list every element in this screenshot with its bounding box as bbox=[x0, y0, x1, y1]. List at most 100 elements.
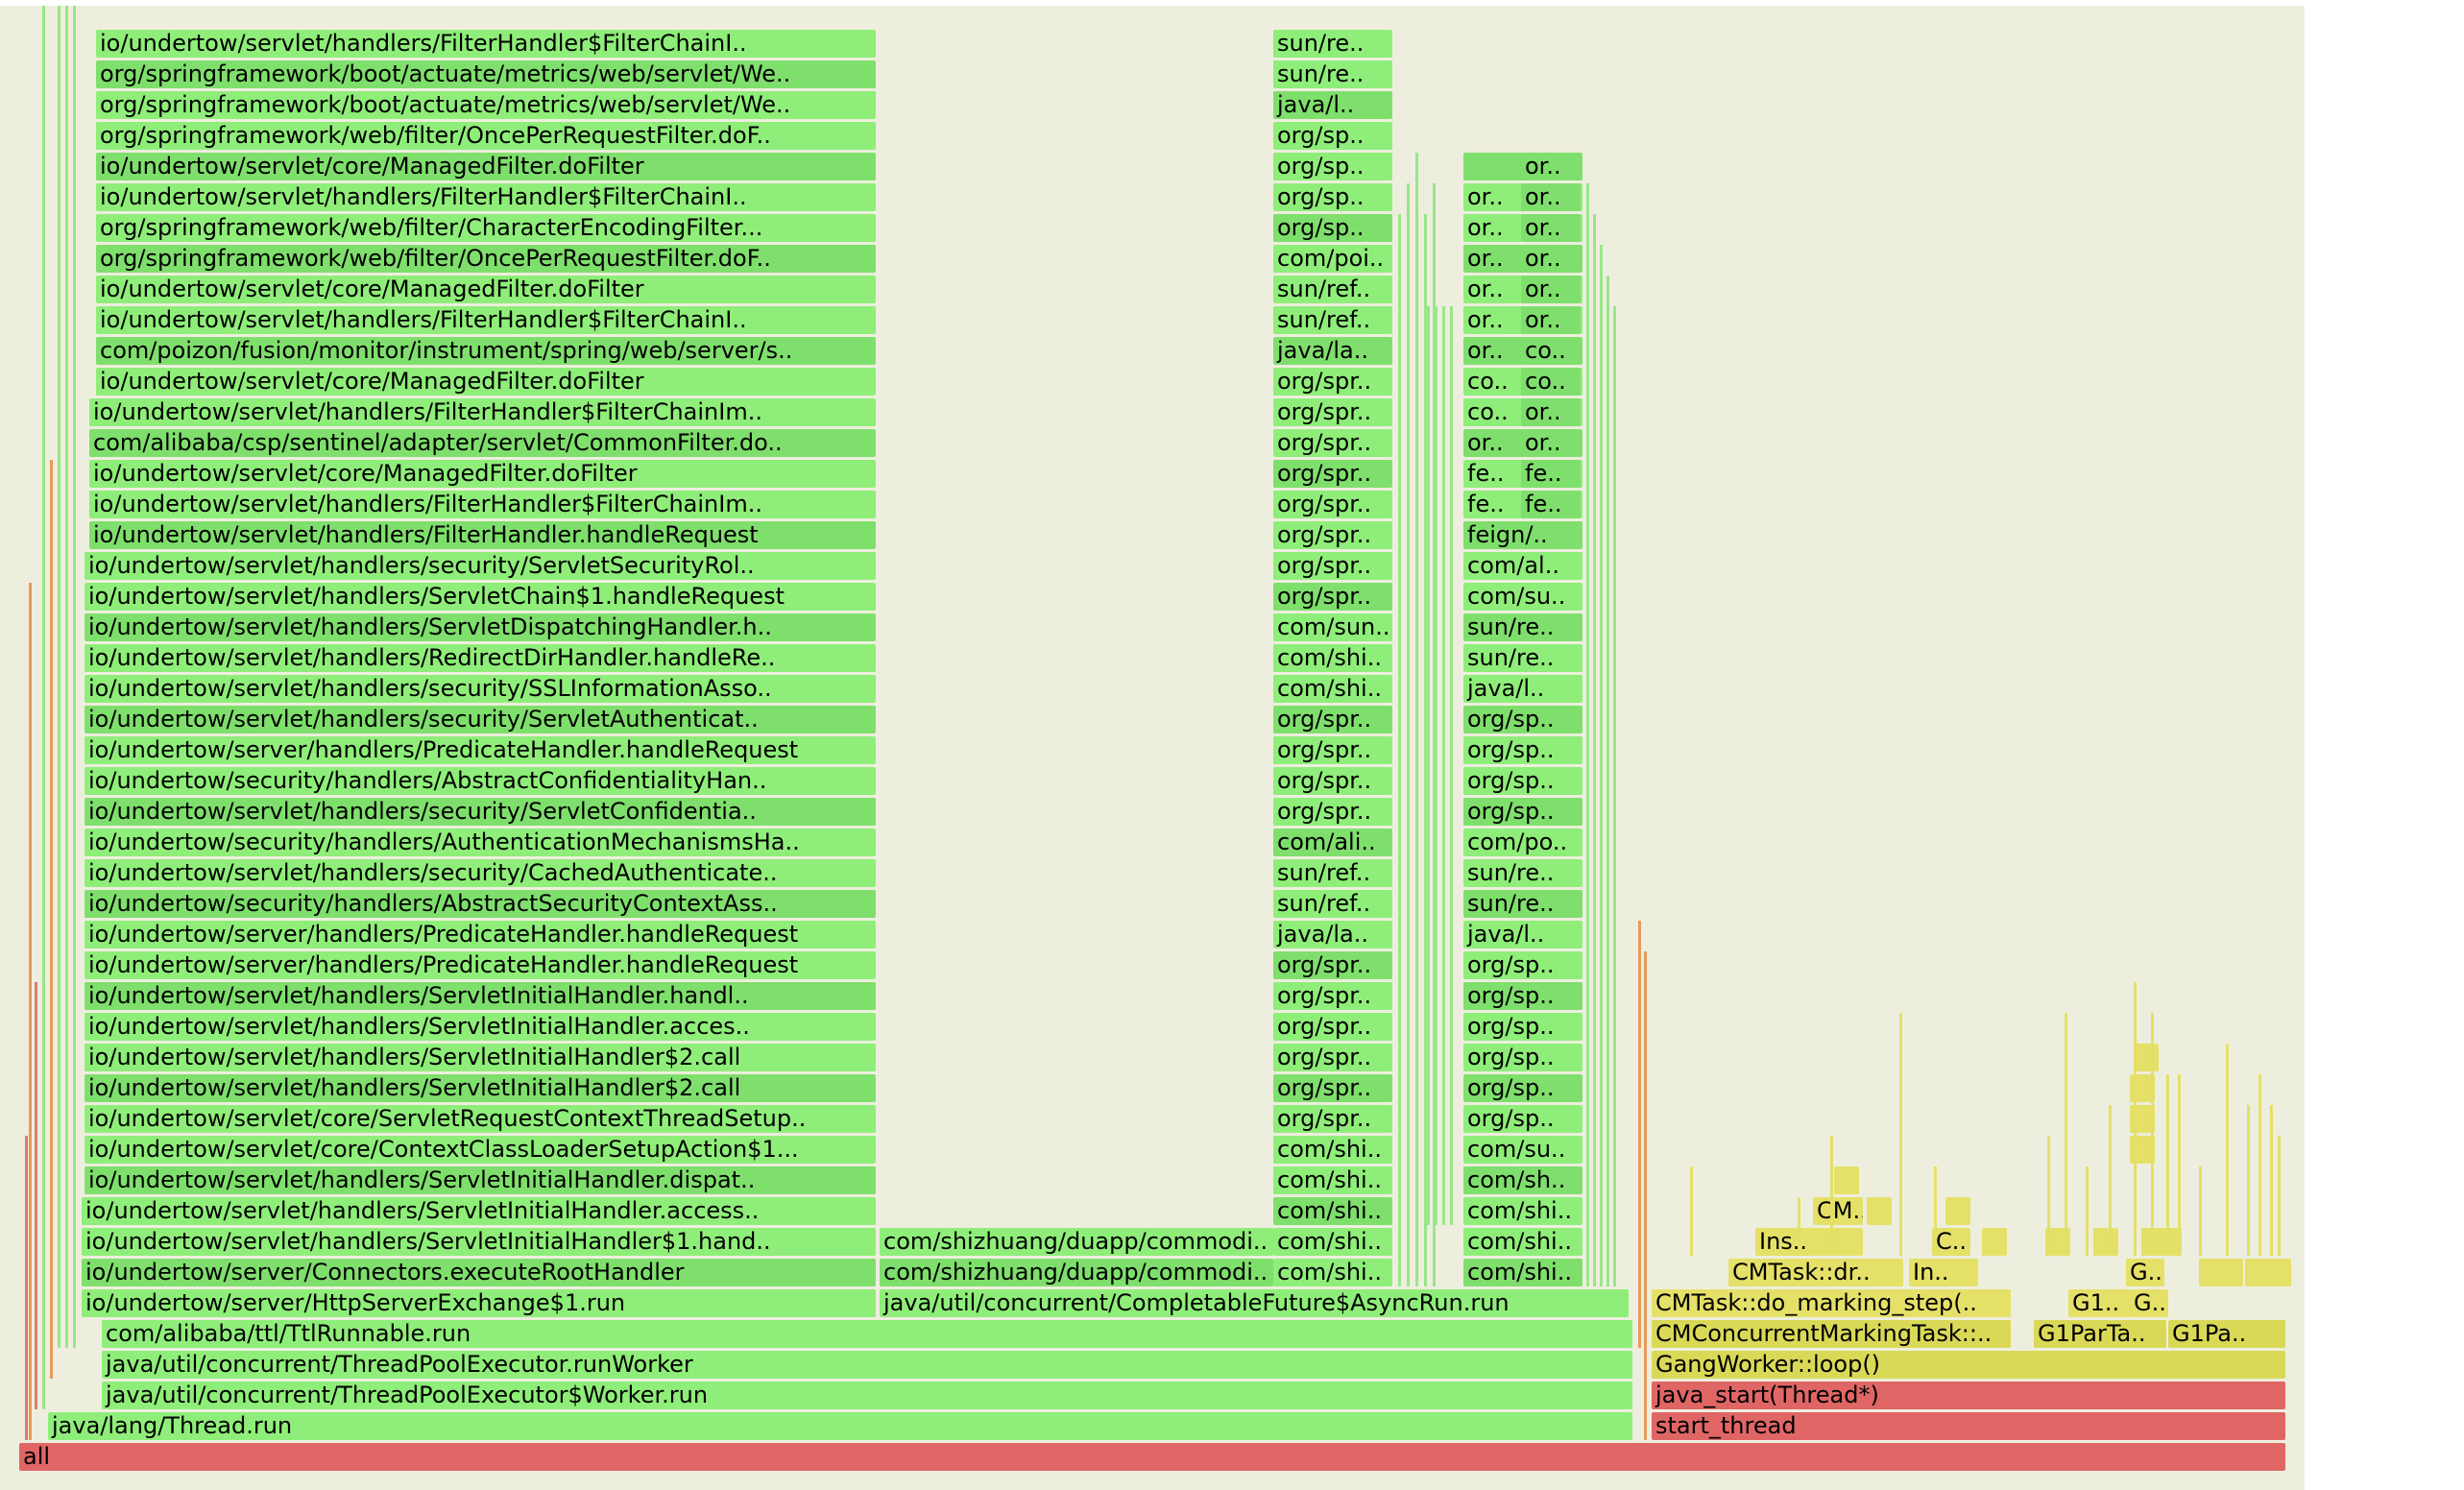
frame-sliver[interactable] bbox=[2199, 1166, 2202, 1256]
frame-sliver[interactable] bbox=[2086, 1166, 2089, 1256]
frame-sliver[interactable] bbox=[58, 6, 60, 1348]
frame-col-d-7[interactable]: org/sp.. bbox=[1463, 1044, 1582, 1071]
frame-col-c-7[interactable]: org/spr.. bbox=[1273, 1044, 1392, 1071]
frame-col-e-9[interactable]: or.. bbox=[1521, 214, 1581, 242]
frame-col-c-11[interactable]: java/la.. bbox=[1273, 921, 1392, 949]
frame-main-31[interactable]: com/poizon/fusion/monitor/instrument/spr… bbox=[96, 337, 876, 365]
frame-main-21[interactable]: io/undertow/servlet/handlers/RedirectDir… bbox=[85, 644, 876, 672]
frame-main-24[interactable]: io/undertow/servlet/handlers/security/Se… bbox=[85, 552, 876, 580]
frame-col-c-21[interactable]: com/sun.. bbox=[1273, 613, 1392, 641]
frame-col-d-4[interactable]: com/su.. bbox=[1463, 1136, 1582, 1164]
frame-main-13[interactable]: io/undertow/security/handlers/AbstractSe… bbox=[85, 890, 876, 918]
frame-col-d-6[interactable]: org/sp.. bbox=[1463, 1074, 1582, 1102]
frame-col-d-23[interactable]: com/al.. bbox=[1463, 552, 1582, 580]
frame-async-0[interactable]: java/util/concurrent/CompletableFuture$A… bbox=[880, 1289, 1629, 1317]
frame-jvm-row3-2[interactable]: G1Pa.. bbox=[2168, 1320, 2285, 1348]
frame-col-c-13[interactable]: sun/ref.. bbox=[1273, 859, 1392, 887]
frame-jvm-small[interactable] bbox=[1834, 1166, 1859, 1194]
frame-col-c-34[interactable]: org/sp.. bbox=[1273, 214, 1392, 242]
frame-main-12[interactable]: io/undertow/server/handlers/PredicateHan… bbox=[85, 921, 876, 949]
frame-col-d-9[interactable]: org/sp.. bbox=[1463, 982, 1582, 1010]
frame-col-e-1[interactable]: fe.. bbox=[1521, 460, 1581, 488]
frame-main-3[interactable]: io/undertow/servlet/handlers/ServletInit… bbox=[82, 1197, 876, 1225]
frame-sliver[interactable] bbox=[1415, 153, 1418, 1286]
frame-jvm-row3-0[interactable]: CMConcurrentMarkingTask::.. bbox=[1652, 1320, 2011, 1348]
frame-main-20[interactable]: io/undertow/servlet/handlers/security/SS… bbox=[85, 675, 876, 703]
frame-col-d-21[interactable]: sun/re.. bbox=[1463, 613, 1582, 641]
frame-col-c-16[interactable]: org/spr.. bbox=[1273, 767, 1392, 795]
frame-jvm-row5-2[interactable]: G.. bbox=[2126, 1259, 2164, 1286]
frame-main-2[interactable]: io/undertow/servlet/handlers/ServletInit… bbox=[82, 1228, 876, 1256]
frame-jvm-small[interactable] bbox=[2266, 1259, 2291, 1286]
frame-jvm-row3-1[interactable]: G1ParTa.. bbox=[2034, 1320, 2166, 1348]
frame-sliver[interactable] bbox=[2259, 1074, 2261, 1256]
frame-sliver[interactable] bbox=[2065, 1013, 2067, 1256]
frame-main-14[interactable]: io/undertow/servlet/handlers/security/Ca… bbox=[85, 859, 876, 887]
frame-main-19[interactable]: io/undertow/servlet/handlers/security/Se… bbox=[85, 706, 876, 733]
frame-main-10[interactable]: io/undertow/servlet/handlers/ServletInit… bbox=[85, 982, 876, 1010]
frame-col-c-38[interactable]: java/l.. bbox=[1273, 91, 1392, 119]
frame-main-22[interactable]: io/undertow/servlet/handlers/ServletDisp… bbox=[85, 613, 876, 641]
frame-sliver[interactable] bbox=[2270, 1105, 2273, 1256]
frame-col-c-22[interactable]: org/spr.. bbox=[1273, 583, 1392, 611]
frame-main-34[interactable]: org/springframework/web/filter/OncePerRe… bbox=[96, 245, 876, 273]
frame-col-c-5[interactable]: org/spr.. bbox=[1273, 1105, 1392, 1133]
frame-main-8[interactable]: io/undertow/servlet/handlers/ServletInit… bbox=[85, 1044, 876, 1071]
frame-jvm-2[interactable]: GangWorker::loop() bbox=[1652, 1351, 2285, 1379]
frame-all[interactable]: all bbox=[19, 1443, 2285, 1471]
frame-sliver[interactable] bbox=[42, 6, 45, 1409]
frame-sliver[interactable] bbox=[2134, 982, 2137, 1256]
frame-col-e-3[interactable]: or.. bbox=[1521, 398, 1581, 426]
frame-main-41[interactable]: io/undertow/servlet/handlers/FilterHandl… bbox=[96, 30, 876, 58]
frame-sliver[interactable] bbox=[1690, 1166, 1693, 1256]
frame-thread-3[interactable]: com/alibaba/ttl/TtlRunnable.run bbox=[102, 1320, 1632, 1348]
frame-col-c-32[interactable]: sun/ref.. bbox=[1273, 276, 1392, 303]
frame-col-e-2[interactable]: or.. bbox=[1521, 429, 1581, 457]
frame-sliver[interactable] bbox=[1398, 214, 1401, 1286]
frame-sliver[interactable] bbox=[2247, 1105, 2250, 1256]
frame-jvm-small[interactable] bbox=[2218, 1259, 2243, 1286]
frame-col-d-17[interactable]: org/sp.. bbox=[1463, 736, 1582, 764]
frame-col-c-23[interactable]: org/spr.. bbox=[1273, 552, 1392, 580]
frame-main-39[interactable]: org/springframework/boot/actuate/metrics… bbox=[96, 91, 876, 119]
frame-col-e-11[interactable]: or.. bbox=[1521, 153, 1581, 180]
frame-col-c-9[interactable]: org/spr.. bbox=[1273, 982, 1392, 1010]
frame-thread-1[interactable]: java/util/concurrent/ThreadPoolExecutor$… bbox=[102, 1382, 1632, 1409]
frame-jvm-row5-0[interactable]: CMTask::dr.. bbox=[1728, 1259, 1903, 1286]
frame-sliver[interactable] bbox=[1613, 306, 1616, 1286]
frame-main-29[interactable]: io/undertow/servlet/handlers/FilterHandl… bbox=[89, 398, 876, 426]
frame-col-d-19[interactable]: java/l.. bbox=[1463, 675, 1582, 703]
frame-col-c-10[interactable]: org/spr.. bbox=[1273, 951, 1392, 979]
frame-jvm-small[interactable] bbox=[2093, 1228, 2118, 1256]
frame-col-c-1[interactable]: com/shi.. bbox=[1273, 1228, 1392, 1256]
frame-col-d-13[interactable]: sun/re.. bbox=[1463, 859, 1582, 887]
frame-col-d-3[interactable]: com/sh.. bbox=[1463, 1166, 1582, 1194]
frame-jvm-small[interactable] bbox=[1867, 1197, 1892, 1225]
frame-col-c-6[interactable]: org/spr.. bbox=[1273, 1074, 1392, 1102]
frame-col-d-10[interactable]: org/sp.. bbox=[1463, 951, 1582, 979]
frame-jvm-row6-1[interactable]: C.. bbox=[1932, 1228, 1970, 1256]
frame-col-c-35[interactable]: org/sp.. bbox=[1273, 183, 1392, 211]
frame-sliver[interactable] bbox=[73, 6, 76, 1348]
frame-col-d-15[interactable]: org/sp.. bbox=[1463, 798, 1582, 826]
frame-col-d-11[interactable]: java/l.. bbox=[1463, 921, 1582, 949]
frame-col-c-14[interactable]: com/ali.. bbox=[1273, 829, 1392, 856]
frame-col-c-29[interactable]: org/spr.. bbox=[1273, 368, 1392, 396]
frame-main-17[interactable]: io/undertow/security/handlers/AbstractCo… bbox=[85, 767, 876, 795]
frame-main-5[interactable]: io/undertow/servlet/core/ContextClassLoa… bbox=[85, 1136, 876, 1164]
frame-sliver[interactable] bbox=[29, 583, 32, 1440]
frame-sliver[interactable] bbox=[1586, 183, 1589, 1286]
frame-col-e-8[interactable]: or.. bbox=[1521, 245, 1581, 273]
frame-col-d-8[interactable]: org/sp.. bbox=[1463, 1013, 1582, 1041]
frame-col-e-7[interactable]: or.. bbox=[1521, 276, 1581, 303]
frame-main-9[interactable]: io/undertow/servlet/handlers/ServletInit… bbox=[85, 1013, 876, 1041]
frame-jvm-0[interactable]: start_thread bbox=[1652, 1412, 2285, 1440]
frame-main-32[interactable]: io/undertow/servlet/handlers/FilterHandl… bbox=[96, 306, 876, 334]
frame-sliver[interactable] bbox=[1934, 1166, 1937, 1256]
frame-col-c-28[interactable]: org/spr.. bbox=[1273, 398, 1392, 426]
frame-main-1[interactable]: io/undertow/server/Connectors.executeRoo… bbox=[82, 1259, 876, 1286]
frame-sliver[interactable] bbox=[1442, 306, 1445, 1225]
frame-col-c-39[interactable]: sun/re.. bbox=[1273, 60, 1392, 88]
frame-sliver[interactable] bbox=[2278, 1136, 2281, 1256]
frame-main-11[interactable]: io/undertow/server/handlers/PredicateHan… bbox=[85, 951, 876, 979]
